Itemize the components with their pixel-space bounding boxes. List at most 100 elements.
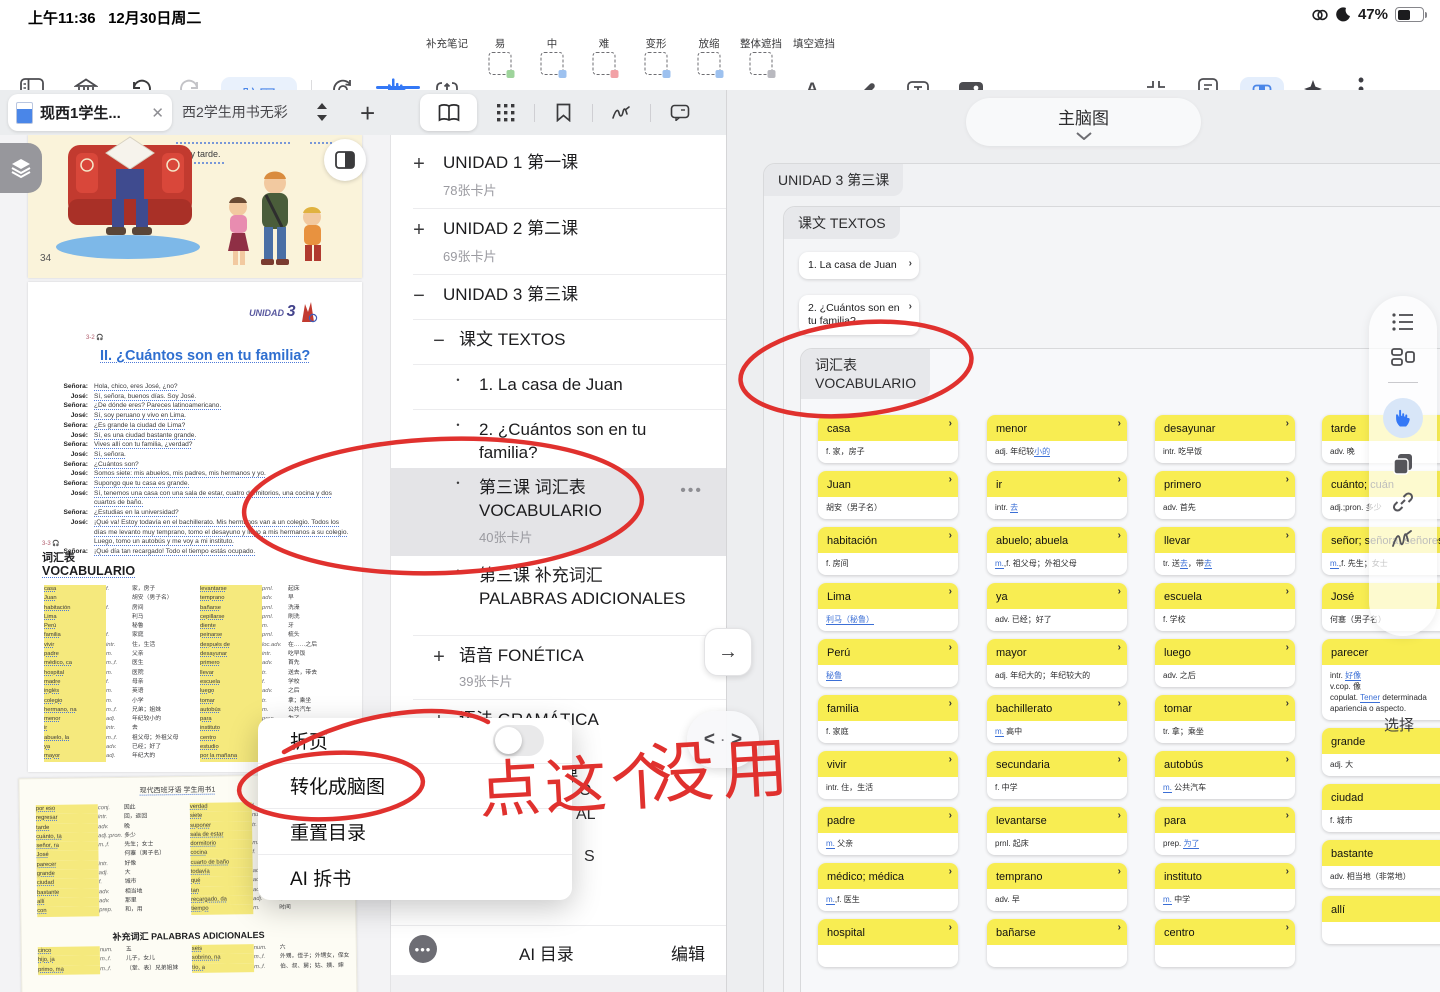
chevron-right-icon[interactable]: › [1118,866,1121,877]
tab-active-document[interactable]: 现西1学生... ✕ [8,94,172,131]
vocab-link[interactable]: m. [826,895,835,905]
tab-sort-icon[interactable] [314,101,330,128]
mask-tool-中[interactable] [541,52,564,75]
layers-button[interactable] [0,143,42,193]
chevron-right-icon[interactable]: › [949,642,952,653]
chevron-right-icon[interactable]: › [1286,866,1289,877]
expand-icon[interactable]: + [409,153,429,176]
mindmap-title-pill[interactable]: 主脑图 [966,98,1201,146]
vocab-card[interactable]: parecer›intr. 好像 v.cop. 像 copulat. Tener… [1322,639,1440,720]
mask-tool-易[interactable] [489,52,512,75]
outline-row-7[interactable]: •第三课 词汇表 VOCABULARIO40张卡片••• [391,468,727,556]
pdf-page-dialog[interactable]: UNIDAD 3 3-2 🎧 II. ¿Cuántos son en tu fa… [28,282,362,772]
chevron-right-icon[interactable]: › [1118,922,1121,933]
outline-row-6[interactable]: •2. ¿Cuántos son en tu familia? [391,410,727,468]
vocabulario-group[interactable]: 词汇表 VOCABULARIO casa›f. 家，房子Juan›胡安（男子名）… [800,348,1440,992]
chevron-right-icon[interactable]: › [1118,586,1121,597]
vocab-link[interactable]: m. [1163,895,1172,905]
vocab-card[interactable]: ciudad›f. 城市 [1322,784,1440,832]
add-tab-icon[interactable]: + [360,98,375,129]
mask-tool-难[interactable] [593,52,616,75]
scribble-icon[interactable] [1390,529,1416,549]
chevron-right-icon[interactable]: › [949,810,952,821]
chevron-right-icon[interactable]: › [1286,922,1289,933]
vocab-card[interactable]: hospital› [818,919,958,967]
vocab-link[interactable]: 小的 [1034,447,1050,457]
chevron-right-icon[interactable]: › [949,922,952,933]
chevron-right-icon[interactable]: › [949,866,952,877]
chevron-right-icon[interactable]: › [949,754,952,765]
vocab-card[interactable]: vivir›intr. 住，生活 [818,751,958,799]
vocab-card[interactable]: ir›intr. 去 [987,471,1127,519]
outline-row-8[interactable]: •第三课 补充词汇 PALABRAS ADICIONALES [391,556,727,636]
text-card-2[interactable]: 2. ¿Cuántos son en tu familia?› [799,295,919,335]
menu-item-3[interactable]: 重置目录 [258,809,572,855]
vocab-card[interactable]: menor›adj. 年纪较小的 [987,415,1127,463]
segment-annotation-view[interactable] [651,94,708,131]
split-view-button[interactable] [324,139,366,181]
vocab-link[interactable]: 好像 [1345,671,1361,681]
expand-icon[interactable]: + [409,219,429,242]
vocab-card[interactable]: mayor›adj. 年纪大的；年纪较大的 [987,639,1127,687]
vocab-card[interactable]: levantarse›prnl. 起床 [987,807,1127,855]
chevron-right-icon[interactable]: › [909,300,912,313]
menu-item-4[interactable]: AI 拆书 [258,855,572,901]
text-card-1[interactable]: 1. La casa de Juan› [799,252,919,279]
vocab-link[interactable]: m. [826,839,835,849]
mask-tool-变形[interactable] [645,52,668,75]
chevron-right-icon[interactable]: › [1118,642,1121,653]
vocab-card[interactable]: centro› [1155,919,1295,967]
outline-row-1[interactable]: +UNIDAD 1 第一课78张卡片 [391,143,727,209]
textos-group-label[interactable]: 课文 TEXTOS [784,207,900,239]
vocab-link[interactable]: m. [995,559,1004,569]
chevron-right-icon[interactable]: › [1118,810,1121,821]
menu-item-1[interactable]: 折页 [258,718,572,764]
vocab-card[interactable]: padre›m. 父亲 [818,807,958,855]
collapse-icon[interactable]: − [409,285,429,308]
vocab-card[interactable]: Perú›秘鲁 [818,639,958,687]
nav-forward-icon[interactable]: > [731,729,742,751]
chevron-right-icon[interactable]: › [1286,530,1289,541]
ai-toc-button[interactable]: AI 目录 [519,940,574,965]
vocab-link[interactable]: 利马（秘鲁） [826,615,874,625]
vocab-link[interactable]: m. [1330,559,1339,569]
layout-icon[interactable] [1391,347,1415,367]
pdf-page-illustration[interactable]: muy tarde. [28,135,362,278]
chevron-right-icon[interactable]: › [1286,810,1289,821]
page-nav-pill[interactable]: < · > [687,711,759,768]
mask-tool-放缩[interactable] [698,52,721,75]
outline-row-4[interactable]: −课文 TEXTOS [391,320,727,365]
vocab-card[interactable]: secundaria›f. 中学 [987,751,1127,799]
tab-close-icon[interactable]: ✕ [151,104,164,122]
mask-tool-整体遮挡[interactable] [750,52,773,75]
vocab-card[interactable]: Juan›胡安（男子名） [818,471,958,519]
chevron-right-icon[interactable]: › [1118,530,1121,541]
tab-second-document[interactable]: 西2学生用书无彩 [182,102,288,122]
vocab-card[interactable]: temprano›adv. 早 [987,863,1127,911]
hand-tool-selected[interactable] [1383,398,1423,438]
chevron-right-icon[interactable]: › [949,474,952,485]
vocab-link[interactable]: 秘鲁 [826,671,842,681]
vocabulario-group-label[interactable]: 词汇表 VOCABULARIO [801,349,930,399]
expand-to-mindmap-button[interactable]: → [704,628,752,676]
vocab-card[interactable]: luego›adv. 之后 [1155,639,1295,687]
vocab-card[interactable]: médico; médica›m.,f. 医生 [818,863,958,911]
vocab-card[interactable]: para›prep. 为了 [1155,807,1295,855]
vocab-link[interactable]: 去 [1180,559,1188,569]
more-options-button[interactable]: ••• [409,935,437,963]
chevron-right-icon[interactable]: › [1286,642,1289,653]
outline-row-9[interactable]: +语音 FONÉTICA39张卡片 [391,636,727,700]
nav-back-icon[interactable]: < [704,729,715,751]
vocab-card[interactable]: grande›adj. 大 [1322,728,1440,776]
vocab-card[interactable]: Lima›利马（秘鲁） [818,583,958,631]
expand-icon[interactable]: + [429,646,449,669]
vocab-card[interactable]: tomar›tr. 拿；乘坐 [1155,695,1295,743]
vocab-link[interactable]: 去 [1204,559,1212,569]
vocab-card[interactable]: desayunar›intr. 吃早饭 [1155,415,1295,463]
segment-handwriting-view[interactable] [593,94,650,131]
vocab-link[interactable]: 去 [1010,503,1018,513]
vocab-card[interactable]: instituto›m. 中学 [1155,863,1295,911]
chevron-right-icon[interactable]: › [1118,418,1121,429]
chevron-right-icon[interactable]: › [1118,474,1121,485]
select-floating-label[interactable]: 选择 [1384,714,1414,735]
